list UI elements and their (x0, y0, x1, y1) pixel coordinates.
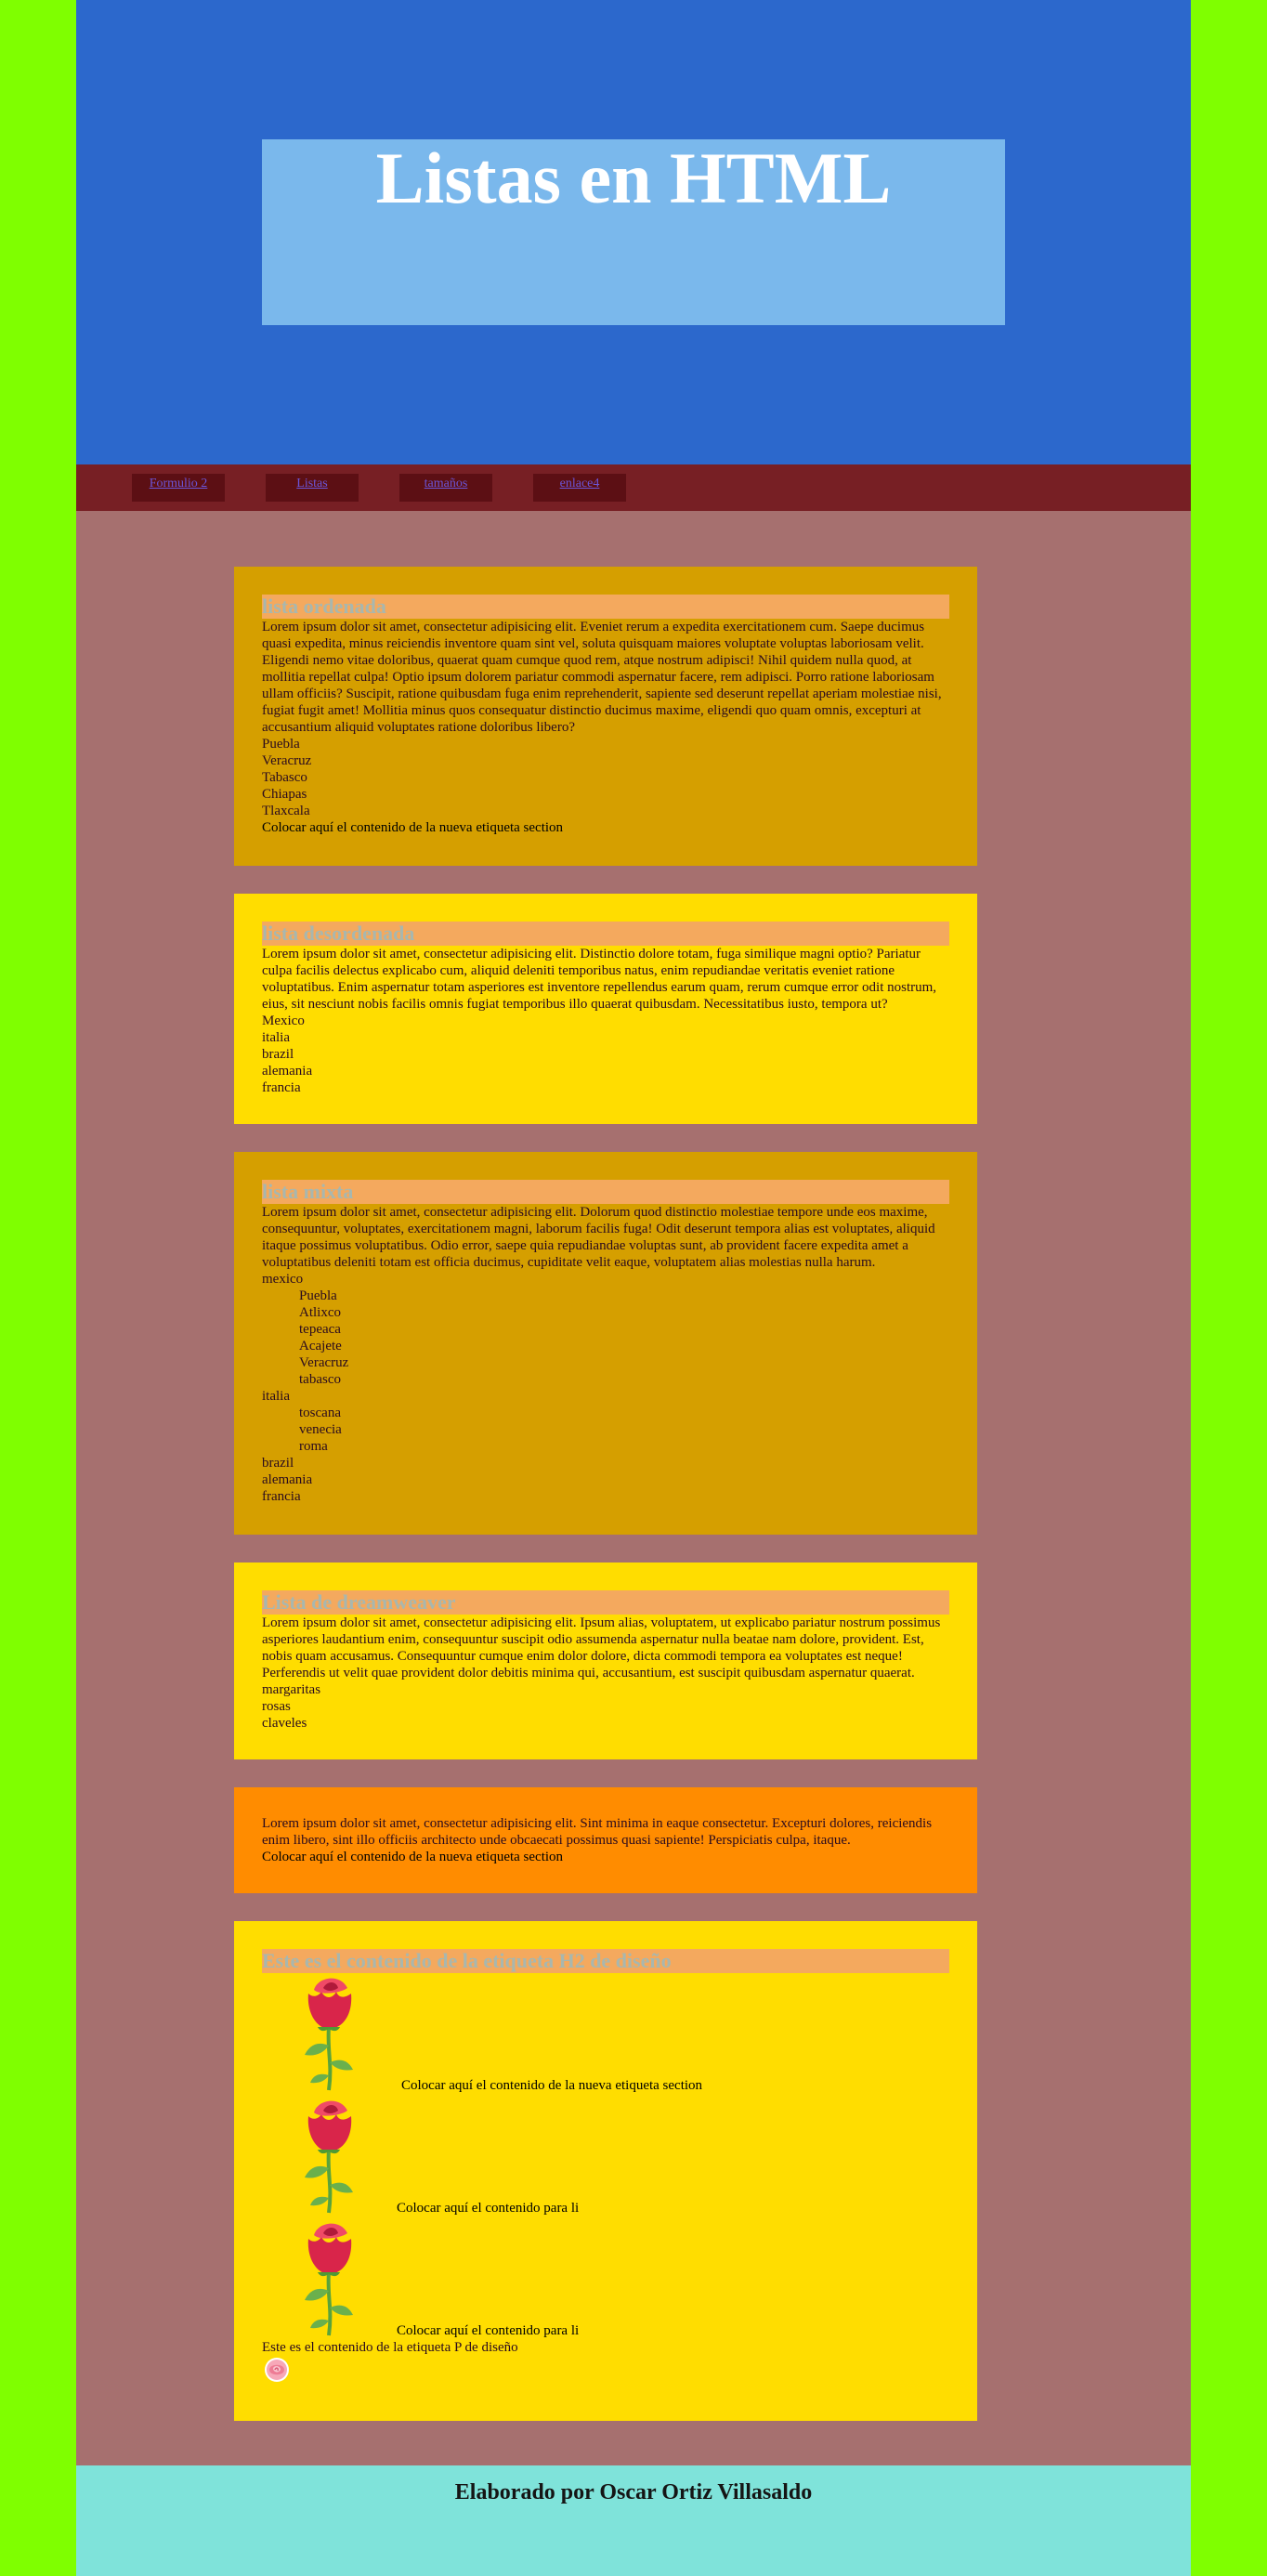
section-text: Lorem ipsum dolor sit amet, consectetur … (262, 1816, 933, 1848)
section-heading: lista ordenada (262, 595, 949, 619)
nav-link-tamanos[interactable]: tamaños (399, 474, 492, 502)
main-nav: Formulio 2 Listas tamaños enlace4 (76, 464, 1191, 511)
list-item: Chiapas (262, 787, 307, 802)
section-text: Lorem ipsum dolor sit amet, consectetur … (262, 1205, 935, 1270)
nav-link-listas[interactable]: Listas (266, 474, 359, 502)
list-item: francia (262, 1080, 301, 1095)
list-item-mexico: mexico (262, 1272, 304, 1287)
sub-list-item: Acajete (299, 1339, 342, 1353)
list-item: Mexico (262, 1013, 305, 1028)
sub-list-item: Veracruz (299, 1355, 349, 1370)
footer-credit: Elaborado por Oscar Ortiz Villasaldo (454, 2480, 813, 2504)
rose-icon (292, 2216, 366, 2337)
section-ordered-list: lista ordenada Lorem ipsum dolor sit ame… (234, 567, 977, 866)
section-text: Lorem ipsum dolor sit amet, consectetur … (262, 947, 937, 1012)
design-list-item: Colocar aquí el contenido para li (397, 2323, 580, 2338)
sub-list-item: Atlixco (299, 1305, 341, 1320)
design-paragraph: Este es el contenido de la etiqueta P de… (262, 2340, 518, 2355)
section-heading: Este es el contenido de la etiqueta H2 d… (262, 1949, 949, 1973)
page-header: Listas en HTML (76, 0, 1191, 464)
section-heading: lista mixta (262, 1180, 949, 1204)
section-dreamweaver-list: Lista de dreamweaver Lorem ipsum dolor s… (234, 1563, 977, 1759)
list-item: francia (262, 1489, 301, 1504)
page: Listas en HTML Formulio 2 Listas tamaños… (76, 0, 1191, 2576)
sub-list-item: tabasco (299, 1372, 341, 1387)
list-item: alemania (262, 1472, 313, 1487)
list-item: Puebla (262, 737, 300, 752)
list-item: rosas (262, 1699, 291, 1714)
sub-list-item: Puebla (299, 1288, 337, 1303)
design-list-item: Colocar aquí el contenido para li (397, 2201, 580, 2216)
list-item: Veracruz (262, 753, 312, 768)
list-item: brazil (262, 1456, 294, 1471)
title-box: Listas en HTML (262, 139, 1005, 325)
main-content: lista ordenada Lorem ipsum dolor sit ame… (76, 511, 1191, 2465)
section-footer-text: Colocar aquí el contenido de la nueva et… (262, 1850, 564, 1864)
list-item: brazil (262, 1047, 294, 1062)
section-text: Lorem ipsum dolor sit amet, consectetur … (262, 1615, 941, 1680)
section-heading: Lista de dreamweaver (262, 1590, 949, 1615)
page-footer: Elaborado por Oscar Ortiz Villasaldo (76, 2465, 1191, 2576)
rose-icon (292, 1971, 366, 2092)
section-text: Lorem ipsum dolor sit amet, consectetur … (262, 620, 942, 735)
list-item: alemania (262, 1064, 313, 1079)
sub-list-item: tepeaca (299, 1322, 341, 1337)
list-item: margaritas (262, 1682, 321, 1697)
sub-list-item: roma (299, 1439, 328, 1454)
list-item-italia: italia (262, 1389, 290, 1404)
list-item: italia (262, 1030, 290, 1045)
section-design: Este es el contenido de la etiqueta H2 d… (234, 1921, 977, 2421)
nav-link-formulario[interactable]: Formulio 2 (132, 474, 225, 502)
rose-icon (292, 2094, 366, 2215)
small-rose-icon (265, 2358, 289, 2382)
list-item: Tabasco (262, 770, 307, 785)
sub-list-item: venecia (299, 1422, 342, 1437)
section-orange: Lorem ipsum dolor sit amet, consectetur … (234, 1787, 977, 1893)
page-title: Listas en HTML (375, 137, 892, 218)
sub-list-item: toscana (299, 1406, 341, 1420)
section-heading: lista desordenada (262, 922, 949, 946)
design-list-item: Colocar aquí el contenido de la nueva et… (401, 2078, 703, 2093)
list-item: claveles (262, 1716, 307, 1731)
section-unordered-list: lista desordenada Lorem ipsum dolor sit … (234, 894, 977, 1124)
list-item: Tlaxcala (262, 804, 310, 818)
section-mixed-list: lista mixta Lorem ipsum dolor sit amet, … (234, 1152, 977, 1535)
nav-link-enlace4[interactable]: enlace4 (533, 474, 626, 502)
section-footer-text: Colocar aquí el contenido de la nueva et… (262, 820, 564, 835)
